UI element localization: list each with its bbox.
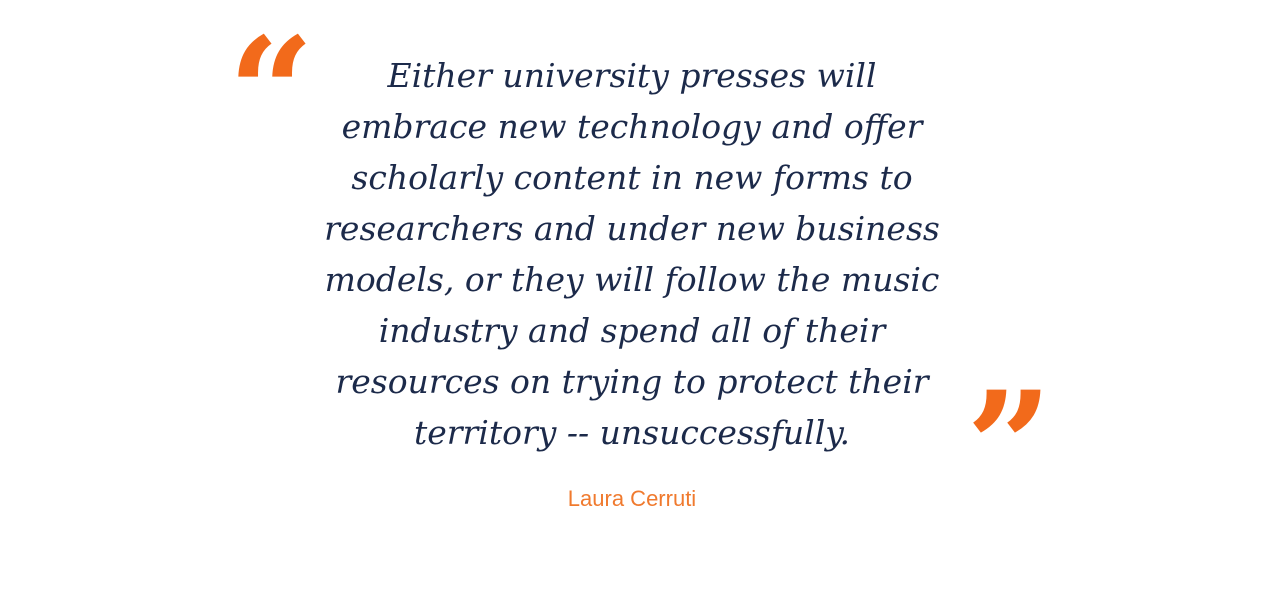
quote-text: Either university presses will embrace n… bbox=[324, 56, 940, 452]
quote-author: Laura Cerruti bbox=[567, 486, 697, 511]
quote-block: “ Either university presses will embrace… bbox=[0, 0, 1264, 590]
open-quote-icon: “ bbox=[228, 5, 315, 181]
